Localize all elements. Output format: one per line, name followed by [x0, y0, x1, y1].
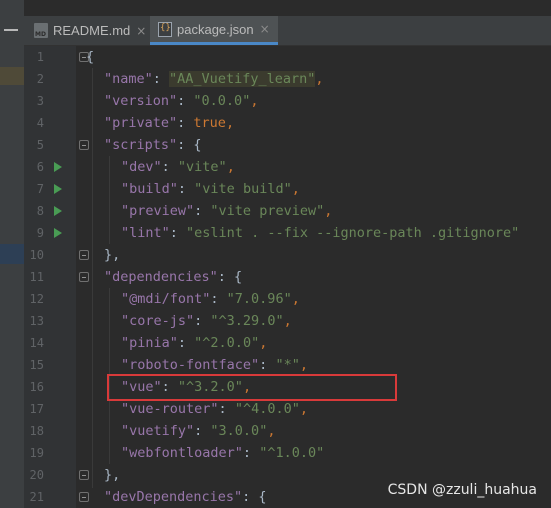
- line-number: 4: [36, 116, 44, 130]
- line-number: 7: [36, 182, 44, 196]
- line-number: 2: [36, 72, 44, 86]
- tab-package-json[interactable]: package.json ×: [150, 16, 278, 45]
- line-number: 10: [29, 248, 44, 262]
- line-gutter: 1 2 3 4 5 6 7 8 9 10 11 12 13 14 15 16 1…: [24, 46, 89, 508]
- code-line: "scripts": {: [104, 137, 202, 153]
- selected-file-highlight: [0, 67, 24, 85]
- line-number: 6: [36, 160, 44, 174]
- code-line: },: [104, 247, 121, 263]
- code-line: "preview": "vite preview",: [121, 203, 333, 219]
- run-script-icon[interactable]: [54, 162, 62, 172]
- run-script-icon[interactable]: [54, 206, 62, 216]
- line-number: 12: [29, 292, 44, 306]
- code-line: "devDependencies": {: [104, 489, 267, 505]
- code-line: "dev": "vite",: [121, 159, 235, 175]
- indent-guide: [92, 68, 93, 488]
- line-number: 13: [29, 314, 44, 328]
- code-editor[interactable]: { "name": "AA_Vuetify_learn", "version":…: [76, 46, 551, 508]
- code-line: "core-js": "^3.29.0",: [121, 313, 292, 329]
- line-number: 19: [29, 446, 44, 460]
- line-number: 11: [29, 270, 44, 284]
- code-line: "vue-router": "^4.0.0",: [121, 401, 308, 417]
- close-icon[interactable]: ×: [136, 24, 146, 38]
- line-number: 5: [36, 138, 44, 152]
- code-line: "build": "vite build",: [121, 181, 300, 197]
- json-file-icon: [158, 21, 172, 37]
- red-highlight-box: [107, 374, 397, 401]
- selected-row-highlight: [0, 244, 24, 264]
- run-script-icon[interactable]: [54, 184, 62, 194]
- line-number: 14: [29, 336, 44, 350]
- line-number: 17: [29, 402, 44, 416]
- watermark: CSDN @zzuli_huahua: [387, 482, 537, 498]
- project-panel-strip: [0, 0, 24, 508]
- code-line: "vuetify": "3.0.0",: [121, 423, 276, 439]
- code-line: "dependencies": {: [104, 269, 243, 285]
- line-number: 20: [29, 468, 44, 482]
- editor-tab-bar: README.md × package.json ×: [24, 16, 551, 46]
- line-number: 1: [36, 50, 44, 64]
- line-number: 8: [36, 204, 44, 218]
- code-line: "@mdi/font": "7.0.96",: [121, 291, 300, 307]
- code-line: },: [104, 467, 121, 483]
- collapse-icon[interactable]: [4, 29, 18, 31]
- close-icon[interactable]: ×: [260, 22, 270, 36]
- markdown-file-icon: [34, 23, 48, 38]
- line-number: 15: [29, 358, 44, 372]
- code-line: {: [86, 49, 95, 65]
- tab-label: README.md: [53, 23, 131, 38]
- line-number: 3: [36, 94, 44, 108]
- line-number: 18: [29, 424, 44, 438]
- code-line: "lint": "eslint . --fix --ignore-path .g…: [121, 225, 520, 241]
- line-number: 16: [29, 380, 44, 394]
- code-line: "version": "0.0.0",: [104, 93, 259, 109]
- code-line: "pinia": "^2.0.0",: [121, 335, 268, 351]
- code-line: "private": true,: [104, 115, 235, 131]
- tab-readme[interactable]: README.md ×: [26, 16, 148, 45]
- indent-guide: [109, 156, 110, 244]
- line-number: 21: [29, 490, 44, 504]
- code-line: "name": "AA_Vuetify_learn",: [104, 71, 324, 87]
- code-line: "webfontloader": "^1.0.0": [121, 445, 325, 461]
- tab-label: package.json: [177, 21, 254, 37]
- code-line: "roboto-fontface": "*",: [121, 357, 308, 373]
- run-script-icon[interactable]: [54, 228, 62, 238]
- line-number: 9: [36, 226, 44, 240]
